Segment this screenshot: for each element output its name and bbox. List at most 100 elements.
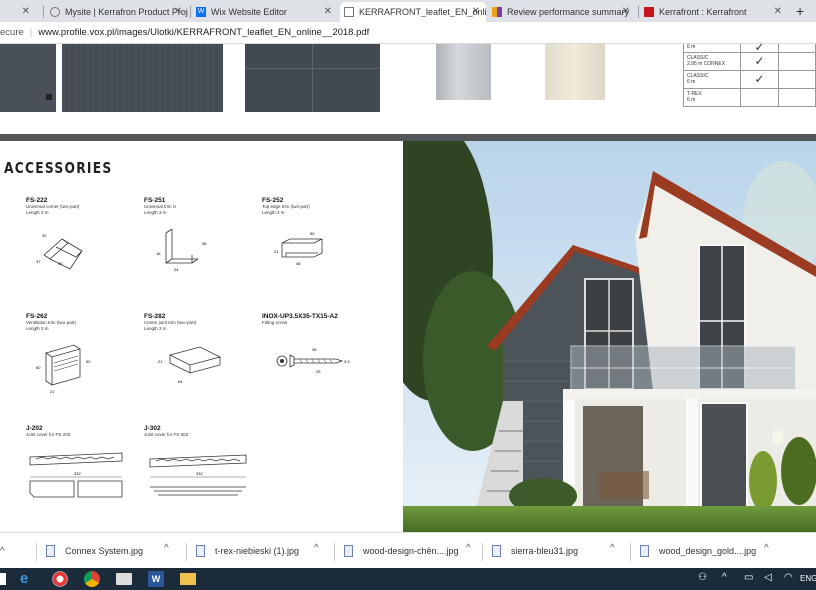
screw-drawing: 35 25 3.5 [276, 347, 350, 374]
kerrafront-icon [644, 7, 654, 17]
tab-label: KERRAFRONT_leaflet_EN_onlin [359, 7, 486, 17]
dimension-label: 50 [310, 231, 315, 236]
check-icon: ✓ [741, 44, 779, 53]
accessory-code: FS-282 [144, 313, 166, 320]
accessories-title: ACCESSORIES [4, 159, 113, 177]
accessory-length: Length 3 m [26, 326, 49, 331]
product-table: 6 m ✓ CLASSIC 2,95 m CONNEX ✓ CLASSIC 6 m … [683, 44, 816, 107]
tab-label: Review performance summary [507, 7, 630, 17]
chevron-up-icon[interactable]: ^ [466, 543, 471, 554]
accessory-desc: Joint cover for FS-202 [26, 432, 71, 437]
chevron-up-icon[interactable]: ^ [722, 572, 727, 583]
download-item[interactable]: t-rex-niebieski (1).jpg ^ [196, 539, 326, 563]
chevron-up-icon[interactable]: ^ [764, 543, 769, 554]
table-cell: 6 m [683, 44, 741, 53]
check-icon: ✓ [741, 53, 779, 70]
accessory-fs-282: FS-282 Center joint trim (two-part) Leng… [144, 313, 254, 384]
shelf-separator [334, 543, 335, 561]
close-tab-icon[interactable]: ✕ [774, 6, 782, 17]
tab-partial[interactable]: ✕ [0, 2, 36, 22]
word-icon[interactable]: W [148, 571, 164, 587]
tab-label: Wix Website Editor [211, 7, 287, 17]
tab-separator [190, 6, 191, 18]
dimension-label: 3.5 [344, 359, 350, 364]
chevron-up-icon[interactable]: ^ [0, 546, 5, 557]
siding-sample [62, 44, 223, 112]
address-bar[interactable]: ecure | www.profile.vox.pl/images/Ulotki… [0, 22, 816, 44]
accessory-j-202: J-202 Joint cover for FS-202 332 [26, 425, 126, 498]
tab-separator [43, 6, 44, 18]
dimension-label: 64 [178, 379, 183, 384]
download-item[interactable]: wood_design_gold....jpg ^ [640, 539, 780, 563]
check-icon: ✓ [741, 71, 779, 88]
report-icon [492, 7, 502, 17]
download-item-partial[interactable]: ^ [0, 539, 5, 563]
download-item[interactable]: wood-design-chên....jpg ^ [344, 539, 474, 563]
tab-mysite[interactable]: Mysite | Kerrafron Product Proj ✕ [46, 2, 188, 22]
pdf-viewer[interactable]: 6 m ✓ CLASSIC 2,95 m CONNEX ✓ CLASSIC 6 m … [0, 44, 816, 532]
u-trim-drawing: 38 16 24 [156, 228, 207, 272]
top-edge-trim-drawing: 21 50 48 [274, 231, 323, 266]
accessory-fs-262: FS-262 Ventilation trim (two-part) Lengt… [26, 313, 136, 394]
download-item[interactable]: sierra-bleu31.jpg ^ [492, 539, 622, 563]
edge-icon[interactable]: e [20, 571, 36, 587]
dimension-label: 25 [316, 369, 321, 374]
close-tab-icon[interactable]: ✕ [324, 6, 332, 17]
pdf-page-previous: 6 m ✓ CLASSIC 2,95 m CONNEX ✓ CLASSIC 6 m … [0, 44, 816, 134]
table-row: 6 m ✓ [683, 44, 816, 53]
download-filename: Connex System.jpg [65, 546, 144, 556]
tab-kerrafront-pdf[interactable]: KERRAFRONT_leaflet_EN_onlin ✕ [340, 2, 486, 22]
corner-profile-drawing: 30 37 40 [36, 233, 83, 270]
people-icon[interactable]: ⚇ [698, 572, 707, 583]
volume-icon[interactable]: ◁ [764, 572, 772, 583]
shelf-separator [630, 543, 631, 561]
chevron-up-icon[interactable]: ^ [164, 543, 169, 554]
download-item[interactable]: Connex System.jpg ^ [46, 539, 176, 563]
network-icon[interactable]: ▭ [744, 572, 753, 583]
chevron-up-icon[interactable]: ^ [314, 543, 319, 554]
table-cell [779, 89, 816, 106]
accessory-length: Length 3 m [144, 210, 167, 215]
close-tab-icon[interactable]: ✕ [174, 6, 182, 17]
joint-cover-drawing: 332 [149, 454, 247, 496]
security-label[interactable]: ecure [0, 27, 24, 38]
table-cell-length: 6 m [687, 97, 696, 103]
language-indicator[interactable]: ENG [800, 574, 816, 583]
shelf-separator [482, 543, 483, 561]
accessory-code: J-302 [144, 425, 161, 432]
accessory-code: FS-222 [26, 197, 48, 204]
url-text[interactable]: www.profile.vox.pl/images/Ulotki/KERRAFR… [38, 27, 369, 38]
image-file-icon [640, 545, 649, 557]
taskbar: e W ⚇ ^ ▭ ◁ ◠ ENG [0, 568, 816, 590]
tab-review[interactable]: Review performance summary ✕ [488, 2, 636, 22]
accessory-desc: Joint cover for FS-302 [144, 432, 189, 437]
table-cell [779, 53, 816, 70]
chrome-icon[interactable] [84, 571, 100, 587]
download-filename: sierra-bleu31.jpg [511, 546, 579, 556]
download-filename: t-rex-niebieski (1).jpg [215, 546, 300, 556]
accessory-desc: Fitting screw [262, 320, 288, 325]
tab-wix[interactable]: W Wix Website Editor ✕ [192, 2, 338, 22]
mail-icon[interactable] [116, 573, 132, 585]
table-cell [779, 44, 816, 52]
siding-grey-sample [436, 44, 491, 100]
folder-icon[interactable] [180, 573, 196, 585]
table-cell: CLASSIC 2,95 m CONNEX [683, 53, 741, 70]
new-tab-button[interactable]: + [796, 3, 804, 19]
dimension-label: 21 [158, 359, 163, 364]
tab-kerrafront-site[interactable]: Kerrafront : Kerrafront ✕ [640, 2, 788, 22]
dimension-label: 21 [50, 389, 55, 394]
globe-icon [50, 7, 60, 17]
accessory-length: Length 3 m [26, 210, 49, 215]
close-tab-icon[interactable]: ✕ [22, 6, 30, 17]
firefox-icon[interactable] [52, 571, 68, 587]
close-tab-icon[interactable]: ✕ [472, 6, 480, 17]
close-tab-icon[interactable]: ✕ [622, 6, 630, 17]
accessory-fs-251: FS-251 Universal trim U Length 3 m 38 16… [144, 197, 254, 272]
chevron-up-icon[interactable]: ^ [610, 543, 615, 554]
image-file-icon [196, 545, 205, 557]
ventilation-trim-drawing: 60 50 21 [36, 344, 91, 394]
start-partial-icon[interactable] [0, 573, 6, 585]
table-cell: T-REX 6 m [683, 89, 741, 106]
wifi-icon[interactable]: ◠ [784, 572, 793, 583]
